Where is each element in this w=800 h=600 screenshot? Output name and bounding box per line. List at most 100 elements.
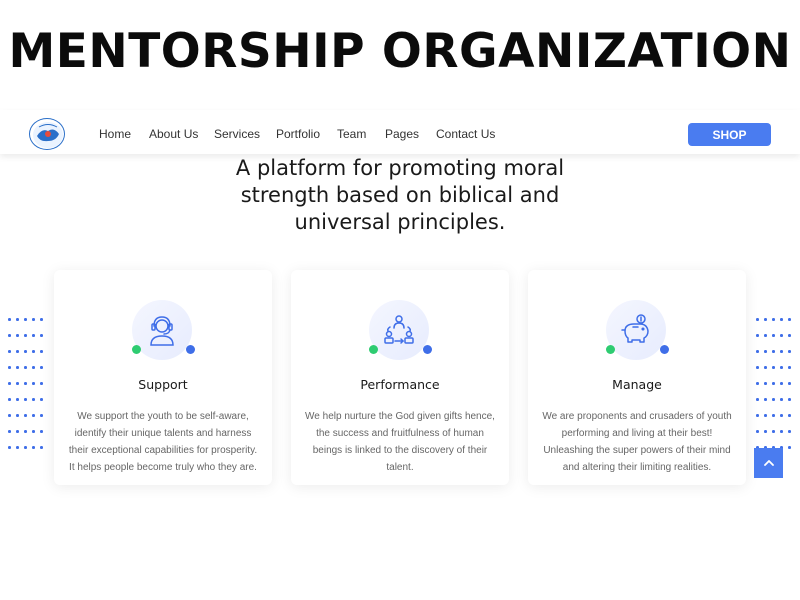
nav-item-pages[interactable]: Pages [385, 127, 419, 141]
nav-item-about-us[interactable]: About Us [149, 127, 198, 141]
decorative-dot [780, 430, 783, 433]
decorative-dot [772, 366, 775, 369]
navbar: Home About Us Services Portfolio Team Pa… [0, 110, 800, 154]
decorative-dot [40, 446, 43, 449]
decorative-dot [16, 318, 19, 321]
decorative-dot [40, 350, 43, 353]
decorative-dot [40, 318, 43, 321]
decorative-dot [764, 366, 767, 369]
decorative-dot [24, 318, 27, 321]
decorative-dot [32, 430, 35, 433]
card-text-line: We support the youth to be self-aware, [77, 411, 249, 422]
decorative-dot [32, 446, 35, 449]
hero-headline-line: strength based on biblical and [240, 183, 560, 207]
decorative-dot [772, 334, 775, 337]
chevron-up-icon [763, 460, 774, 466]
decorative-dot [40, 382, 43, 385]
decorative-dot [772, 350, 775, 353]
decorative-dot [16, 334, 19, 337]
decorative-dot [788, 414, 791, 417]
decorative-dot [8, 446, 11, 449]
decorative-dot [8, 430, 11, 433]
decorative-dot [32, 382, 35, 385]
decorative-dots-right [756, 318, 796, 458]
back-to-top-button[interactable] [754, 448, 783, 478]
decorative-dot [764, 382, 767, 385]
decorative-dot [788, 350, 791, 353]
logo[interactable] [29, 118, 65, 150]
decorative-dot [764, 318, 767, 321]
decorative-dot [772, 318, 775, 321]
nav-item-team[interactable]: Team [337, 127, 366, 141]
decorative-dot [780, 382, 783, 385]
headset-support-icon [150, 316, 174, 346]
decorative-dot [16, 398, 19, 401]
decorative-dot [24, 430, 27, 433]
service-card-support: Support We support the youth to be self-… [54, 270, 272, 485]
decorative-dot [780, 318, 783, 321]
decorative-dot [32, 318, 35, 321]
decorative-dot [32, 334, 35, 337]
hero-headline-line: A platform for promoting moral [235, 156, 565, 180]
decorative-dot [788, 334, 791, 337]
decorative-dot [788, 382, 791, 385]
hero-headline: A platform for promoting moral strength … [200, 155, 600, 236]
card-text: We are proponents and crusaders of youth… [540, 408, 734, 476]
decorative-dot [8, 350, 11, 353]
decorative-dot [756, 318, 759, 321]
decorative-dot [772, 414, 775, 417]
decorative-dot [40, 334, 43, 337]
card-title: Performance [360, 377, 440, 392]
decorative-dot [780, 366, 783, 369]
decorative-dot [756, 382, 759, 385]
nav-item-contact-us[interactable]: Contact Us [436, 127, 495, 141]
decorative-dot [756, 334, 759, 337]
nav-item-home[interactable]: Home [99, 127, 131, 141]
shop-button[interactable]: SHOP [688, 123, 771, 146]
logo-emblem-icon [33, 122, 63, 148]
decorative-dot [32, 366, 35, 369]
decorative-dot [756, 414, 759, 417]
card-text: We support the youth to be self-aware, i… [66, 408, 260, 476]
decorative-dot [32, 414, 35, 417]
card-title: Manage [612, 377, 662, 392]
decorative-dot [40, 414, 43, 417]
decorative-dot [16, 430, 19, 433]
decorative-dot [764, 414, 767, 417]
nav-item-portfolio[interactable]: Portfolio [276, 127, 320, 141]
piggy-bank-icon [621, 314, 649, 343]
decorative-dot [24, 398, 27, 401]
decorative-dot [788, 366, 791, 369]
card-text-line: beings is linked to the discovery of the… [312, 445, 488, 456]
decorative-dot [788, 398, 791, 401]
decorative-dot [756, 398, 759, 401]
decorative-dot [16, 350, 19, 353]
card-text-line: Unleashing the super powers of their min… [543, 445, 731, 456]
decorative-dot [764, 398, 767, 401]
decorative-dot [8, 414, 11, 417]
card-icon-circle [132, 300, 192, 360]
decorative-dot [772, 430, 775, 433]
decorative-dot [16, 382, 19, 385]
decorative-dot [788, 430, 791, 433]
decorative-dot [24, 446, 27, 449]
card-text-line: talent. [386, 462, 414, 473]
card-text-line: We are proponents and crusaders of youth [542, 411, 732, 422]
decorative-dot [40, 398, 43, 401]
card-text-line: We help nurture the God given gifts henc… [305, 411, 495, 422]
service-card-manage: Manage We are proponents and crusaders o… [528, 270, 746, 485]
decorative-dot [8, 334, 11, 337]
decorative-dot [780, 414, 783, 417]
decorative-dot [24, 382, 27, 385]
decorative-dot [756, 366, 759, 369]
decorative-dot [780, 398, 783, 401]
card-text: We help nurture the God given gifts henc… [303, 408, 497, 476]
decorative-dot [764, 350, 767, 353]
card-text-line: It helps people become truly who they ar… [69, 462, 257, 473]
decorative-dot [16, 366, 19, 369]
decorative-dot [24, 350, 27, 353]
decorative-dot [780, 334, 783, 337]
banner-title: MENTORSHIP ORGANIZATION [8, 24, 792, 79]
nav-item-services[interactable]: Services [214, 127, 260, 141]
decorative-dot [756, 350, 759, 353]
